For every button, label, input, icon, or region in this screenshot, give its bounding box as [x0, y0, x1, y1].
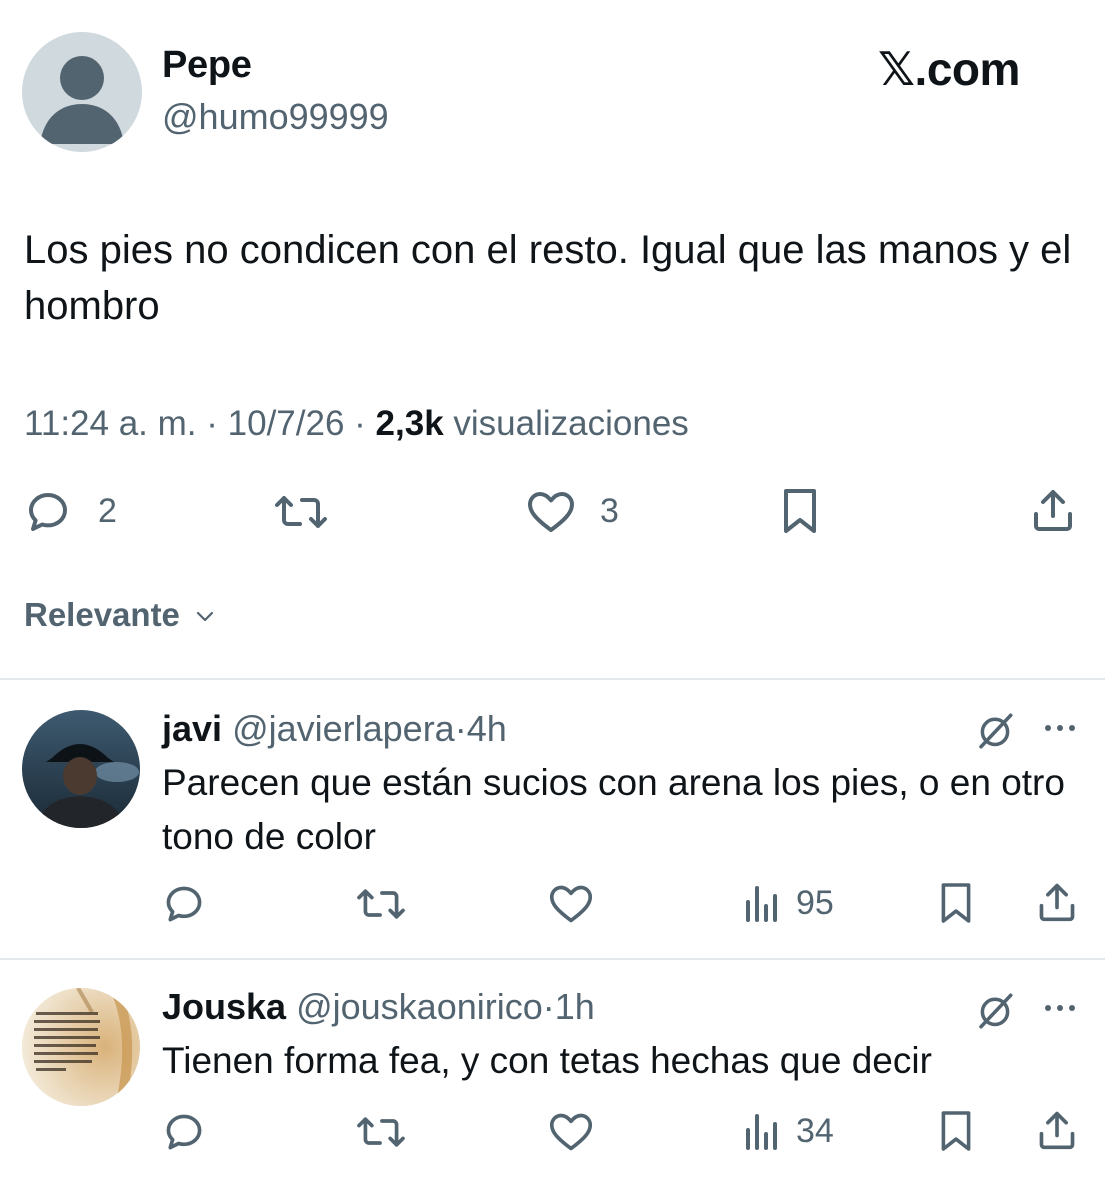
author-avatar[interactable]: [22, 32, 142, 152]
bookmark-icon: [784, 489, 816, 533]
analytics-icon: [746, 886, 777, 922]
reply-icon: [29, 493, 67, 531]
reply-age[interactable]: 4h: [467, 708, 507, 749]
divider: [0, 958, 1105, 960]
retweet-icon: [357, 1117, 405, 1147]
default-avatar-icon: [40, 56, 124, 144]
reply-text: Parecen que están sucios con arena los p…: [162, 762, 1065, 857]
reply-icon: [166, 886, 202, 922]
views-label: visualizaciones: [453, 404, 689, 443]
analytics-icon: [746, 1114, 777, 1150]
more-icon: [1045, 725, 1075, 731]
retweet-button[interactable]: [356, 1110, 406, 1154]
bookmark-button[interactable]: [938, 1108, 974, 1154]
reply-button[interactable]: [162, 882, 206, 926]
reply-author-name[interactable]: Jouska: [162, 986, 286, 1027]
reply-button[interactable]: [24, 488, 72, 536]
heart-icon: [549, 1113, 593, 1151]
share-icon: [1039, 1111, 1075, 1150]
reply-avatar[interactable]: [22, 710, 140, 828]
heart-icon: [528, 492, 574, 532]
bookmark-button[interactable]: [780, 486, 820, 536]
reply-header: Jouska @jouskaonirico·1h: [162, 986, 595, 1028]
share-button[interactable]: [1036, 880, 1078, 924]
more-icon: [1045, 1005, 1075, 1011]
views-count: 2,3k: [375, 404, 444, 443]
retweet-icon: [357, 889, 405, 919]
share-icon: [1034, 490, 1072, 531]
grok-icon: [979, 993, 1013, 1029]
views-count: 95: [796, 884, 834, 922]
tweet-time[interactable]: 11:24 a. m.: [24, 404, 197, 443]
reply-author-name[interactable]: javi: [162, 708, 222, 749]
views-button[interactable]: [744, 884, 780, 924]
reply-avatar[interactable]: [22, 988, 140, 1106]
share-button[interactable]: [1036, 1108, 1078, 1152]
reply-count: 2: [98, 492, 117, 530]
like-button[interactable]: [548, 882, 594, 926]
reply-author-handle[interactable]: @jouskaonirico: [296, 986, 543, 1027]
share-icon: [1039, 883, 1075, 922]
views-button[interactable]: [744, 1112, 780, 1152]
meta-separator: ·: [354, 404, 366, 443]
author-handle[interactable]: @humo99999: [162, 96, 389, 138]
share-button[interactable]: [1030, 486, 1076, 534]
x-brand-logo: 𝕏.com: [878, 43, 1020, 95]
retweet-button[interactable]: [274, 488, 328, 536]
like-count: 3: [600, 492, 619, 530]
views-count: 34: [796, 1112, 834, 1150]
reply-age[interactable]: 1h: [555, 986, 595, 1027]
retweet-button[interactable]: [356, 882, 406, 926]
retweet-icon: [275, 496, 327, 528]
tweet-meta: 11:24 a. m. · 10/7/26 · 2,3k visualizaci…: [24, 404, 689, 444]
tweet-text: Los pies no condicen con el resto. Igual…: [24, 228, 1072, 328]
meta-separator: ·: [206, 404, 218, 443]
divider: [0, 678, 1105, 680]
tweet-date[interactable]: 10/7/26: [228, 404, 345, 443]
more-options-button[interactable]: [1040, 996, 1080, 1020]
bookmark-icon: [941, 1111, 971, 1151]
header-separator: ·: [454, 708, 467, 749]
reply-text: Tienen forma fea, y con tetas hechas que…: [162, 1040, 932, 1081]
sort-dropdown[interactable]: Relevante: [24, 596, 217, 634]
reply-author-handle[interactable]: @javierlapera: [232, 708, 455, 749]
bookmark-icon: [941, 883, 971, 923]
like-button[interactable]: [548, 1110, 594, 1154]
reply-button[interactable]: [162, 1110, 206, 1154]
profile-photo: [22, 710, 140, 828]
profile-photo: [22, 988, 140, 1106]
grok-button[interactable]: [974, 990, 1016, 1032]
grok-button[interactable]: [974, 710, 1016, 752]
heart-icon: [549, 885, 593, 923]
reply-icon: [166, 1114, 202, 1150]
more-options-button[interactable]: [1040, 716, 1080, 740]
like-button[interactable]: [526, 488, 576, 536]
grok-icon: [979, 713, 1013, 749]
bookmark-button[interactable]: [938, 880, 974, 926]
chevron-down-icon: [196, 612, 214, 622]
header-separator: ·: [542, 986, 555, 1027]
author-name[interactable]: Pepe: [162, 44, 252, 87]
sort-label: Relevante: [24, 596, 180, 633]
reply-header: javi @javierlapera·4h: [162, 708, 507, 750]
